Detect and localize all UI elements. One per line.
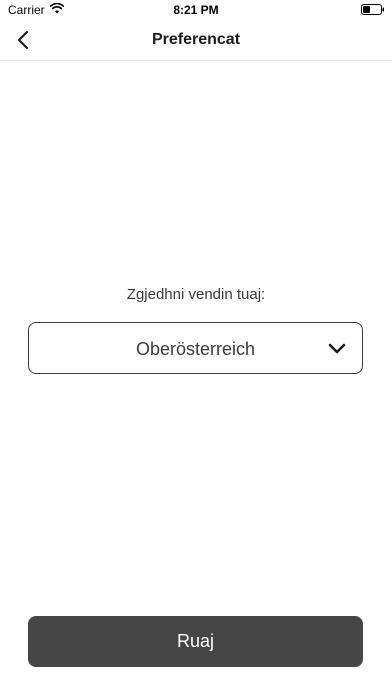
page-title: Preferencat — [151, 31, 241, 48]
save-button-label: Ruaj — [176, 631, 215, 651]
status-time: 8:21 PM — [173, 3, 219, 17]
country-dropdown[interactable]: Oberösterreich — [28, 322, 363, 374]
country-selected-value: Oberösterreich — [135, 339, 256, 359]
navigation-bar: Preferencat — [0, 20, 392, 61]
save-button[interactable]: Ruaj — [28, 616, 363, 667]
battery-icon — [361, 4, 384, 15]
chevron-down-icon — [328, 343, 346, 354]
status-bar: Carrier 8:21 PM — [0, 0, 392, 20]
country-prompt-label: Zgjedhni vendin tuaj: — [126, 286, 266, 303]
